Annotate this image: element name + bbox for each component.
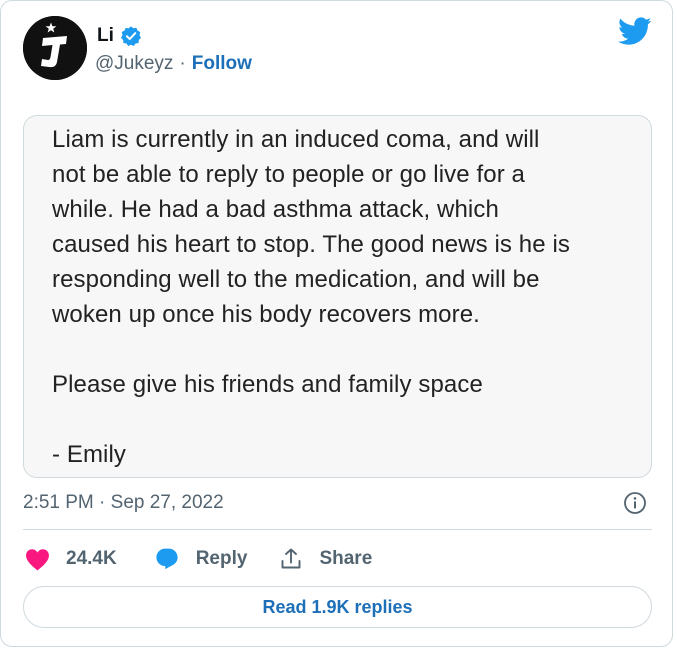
quote-line: Please give his friends and family space [52, 371, 483, 398]
share-button[interactable]: Share [279, 547, 372, 571]
quote-line: Liam is currently in an induced coma, an… [52, 126, 540, 153]
like-button[interactable]: 24.4K [25, 548, 117, 571]
tweet-timestamp[interactable]: 2:51 PM · Sep 27, 2022 [23, 492, 224, 514]
reply-button[interactable]: Reply [154, 547, 248, 572]
divider [23, 529, 652, 530]
author-handle[interactable]: @Jukeyz [95, 53, 173, 75]
quote-line: responding well to the medication, and w… [52, 266, 540, 293]
share-label: Share [319, 548, 373, 569]
quote-signature: - Emily [52, 441, 127, 468]
follow-button[interactable]: Follow [192, 53, 252, 75]
handle-separator: · [179, 53, 186, 74]
quote-line: woken up once his body recovers more. [52, 301, 480, 328]
author-handle-row: @Jukeyz · Follow [95, 53, 252, 75]
tweet-actions: 24.4K Reply Share [25, 544, 372, 574]
verified-badge-icon [120, 25, 142, 47]
share-icon [282, 548, 301, 569]
reply-label: Reply [195, 548, 248, 569]
heart-icon [26, 548, 49, 570]
quote-line: not be able to reply to people or go liv… [52, 161, 526, 188]
jukeyz-logo-avatar [23, 16, 87, 80]
read-replies-button[interactable]: Read 1.9K replies [23, 586, 652, 628]
quote-line: while. He had a bad asthma attack, which [52, 196, 499, 223]
info-icon[interactable] [623, 491, 647, 515]
tweet-card: Li @Jukeyz · Follow Liam is currently in… [0, 0, 673, 647]
like-count: 24.4K [66, 548, 117, 569]
author-name-row: Li [97, 25, 142, 47]
reply-icon [156, 548, 178, 569]
tweet-text-image[interactable]: Liam is currently in an induced coma, an… [23, 115, 652, 478]
quote-line: caused his heart to stop. The good news … [52, 231, 570, 258]
author-display-name[interactable]: Li [97, 25, 114, 47]
twitter-bird-icon[interactable] [618, 17, 652, 47]
author-avatar[interactable] [23, 16, 87, 80]
